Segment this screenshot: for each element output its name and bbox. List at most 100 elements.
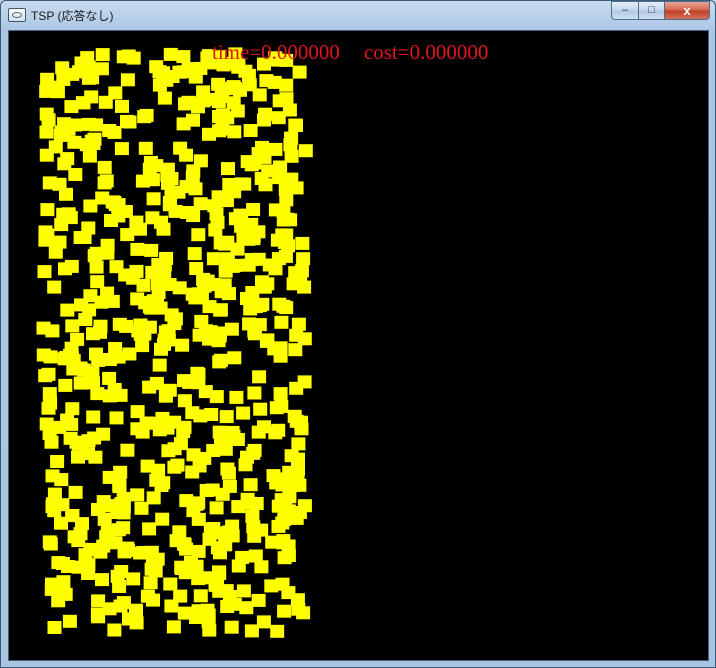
city-point [47,280,62,294]
city-point [121,49,136,63]
city-point [199,484,214,497]
city-point [45,324,60,338]
city-point [83,289,98,303]
city-point [64,341,79,355]
minimize-button[interactable]: – [611,1,638,20]
app-window-icon[interactable] [8,8,26,22]
close-button[interactable]: x [664,1,710,20]
city-point [41,113,56,127]
city-point [152,423,167,437]
city-point [130,242,145,256]
city-point [146,192,161,206]
city-point [145,211,160,225]
city-point [231,559,246,573]
title-bar[interactable]: TSP (応答なし) – □ x [1,1,715,29]
city-point [118,205,133,218]
city-point [64,100,79,114]
city-point [284,131,299,145]
city-point [262,258,277,272]
city-point [229,390,244,404]
city-point [85,65,99,79]
city-point [155,411,170,425]
city-point [139,108,154,122]
city-point [212,326,227,340]
city-point [214,433,228,446]
city-point [155,512,170,526]
city-point [253,402,268,416]
city-point [254,560,269,574]
city-point [186,164,201,178]
city-point [159,251,174,265]
city-point [260,277,275,291]
city-point [176,425,191,438]
city-point [252,88,267,102]
city-point [266,469,281,483]
city-point [249,497,264,510]
city-point [225,519,240,533]
city-point [151,463,166,477]
city-point [222,590,237,603]
city-point [185,406,200,420]
city-point [289,328,304,342]
city-point [95,48,110,62]
city-point [45,469,60,483]
city-point [38,369,53,383]
city-point [227,351,242,365]
city-point [56,575,71,589]
city-point [114,142,129,156]
city-point [218,237,233,251]
city-point [213,353,228,367]
city-point [146,491,161,505]
city-point [287,409,302,423]
city-point [152,358,167,372]
city-point [175,338,190,352]
city-point [257,113,271,127]
city-point [126,271,141,285]
city-point [289,181,304,195]
maximize-button[interactable]: □ [638,1,664,20]
tsp-canvas[interactable]: time=0.000000 cost=0.000000 [8,30,709,661]
city-point [282,103,297,117]
city-point [48,245,63,259]
city-point [156,66,171,80]
city-point [135,174,150,188]
city-point [149,159,164,173]
city-point [65,402,80,416]
city-point [252,299,267,313]
city-point [227,185,242,199]
city-point [65,319,80,333]
city-point [109,411,124,425]
city-point [222,287,236,301]
city-point [236,584,251,598]
city-point [186,209,201,222]
city-point [140,589,155,603]
city-point [133,546,148,560]
city-point [73,231,88,244]
city-point [84,134,99,148]
city-point [206,252,221,266]
city-point [47,487,62,501]
city-point [120,228,135,242]
city-point [186,448,201,462]
city-point [43,537,58,551]
city-point [157,337,171,351]
city-point [239,601,254,615]
city-point [191,228,206,242]
city-point [157,265,172,279]
city-point [202,300,217,314]
city-point [42,176,57,190]
city-point [210,579,224,593]
city-point [259,74,274,88]
city-point [212,567,227,580]
city-point [191,512,206,526]
city-point [254,172,269,185]
city-point [142,522,157,536]
city-point [202,127,216,141]
city-point [221,162,235,176]
city-point [47,621,62,634]
city-point [297,375,312,389]
city-point [246,446,261,460]
city-point [47,504,62,518]
city-point [187,247,202,261]
city-point [191,287,206,301]
